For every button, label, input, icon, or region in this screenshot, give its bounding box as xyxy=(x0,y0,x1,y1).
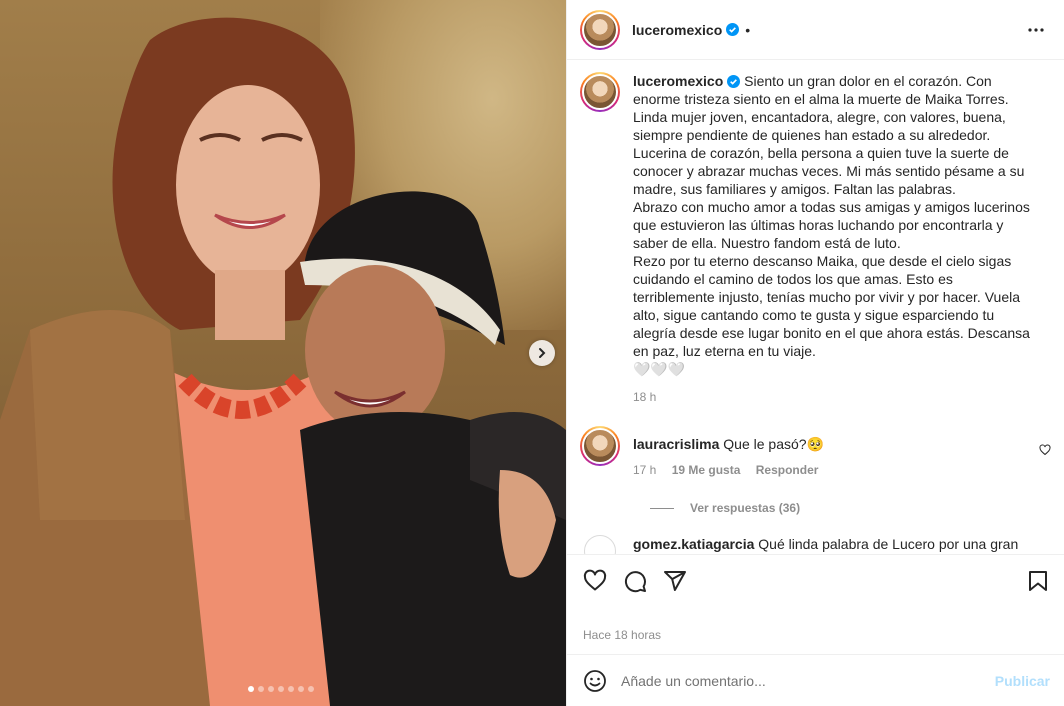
reply-button[interactable]: Responder xyxy=(756,463,819,477)
next-slide-button[interactable] xyxy=(529,340,555,366)
post-photo[interactable] xyxy=(0,0,566,706)
comment-bubble-icon[interactable] xyxy=(623,569,647,593)
comment-row: lauracrislima Que le pasó?🥺 17 h 19 Me g… xyxy=(580,426,1051,479)
comment-time[interactable]: 17 h xyxy=(633,463,656,477)
author-username[interactable]: luceromexico xyxy=(632,22,722,38)
likes-summary-placeholder xyxy=(567,606,1064,624)
more-horizontal-icon xyxy=(1028,27,1044,32)
post-time-ago[interactable]: Hace 18 horas xyxy=(567,624,1064,654)
woman-left-face xyxy=(176,85,320,285)
author-avatar[interactable] xyxy=(580,9,620,50)
carousel-dot xyxy=(278,686,284,692)
caption-time[interactable]: 18 h xyxy=(633,390,656,404)
carousel-dot xyxy=(268,686,274,692)
post-side-panel: luceromexico • luceromexico Siento un gr… xyxy=(566,0,1064,706)
share-paper-plane-icon[interactable] xyxy=(663,569,687,593)
carousel-dot xyxy=(298,686,304,692)
comment-username[interactable]: gomez.katiagarcia xyxy=(633,536,754,552)
comment-likes[interactable]: 19 Me gusta xyxy=(672,463,741,477)
carousel-dot xyxy=(308,686,314,692)
comment-like-icon[interactable] xyxy=(1039,444,1051,456)
verified-badge-icon xyxy=(727,75,741,88)
replies-line xyxy=(650,507,674,509)
comment-avatar[interactable] xyxy=(584,535,616,554)
post-header: luceromexico • xyxy=(567,0,1064,60)
like-heart-icon[interactable] xyxy=(583,569,607,593)
comment-text: Qué linda palabra de Lucero por una gran xyxy=(758,536,1019,552)
save-bookmark-icon[interactable] xyxy=(1026,569,1050,593)
carousel-dot xyxy=(248,686,254,692)
comment-input[interactable] xyxy=(621,672,995,689)
comment-text: Que le pasó?🥺 xyxy=(723,436,824,452)
caption-text: Siento un gran dolor en el corazón. Con … xyxy=(633,73,1030,377)
photo-scene xyxy=(0,17,566,706)
caption: luceromexico Siento un gran dolor en el … xyxy=(633,72,1038,378)
comment-row: gomez.katiagarcia Qué linda palabra de L… xyxy=(580,535,1048,554)
chevron-right-icon xyxy=(539,348,546,358)
instagram-post-dialog: luceromexico • luceromexico Siento un gr… xyxy=(0,0,1064,706)
header-separator: • xyxy=(745,21,751,38)
post-actions xyxy=(567,554,1064,606)
caption-meta: 18 h xyxy=(633,388,1038,406)
add-comment-bar: Publicar xyxy=(567,654,1064,706)
comment-meta: 17 h 19 Me gusta Responder xyxy=(633,461,1038,479)
carousel-dot xyxy=(288,686,294,692)
caption-avatar[interactable] xyxy=(580,72,620,112)
emoji-icon[interactable] xyxy=(583,669,607,693)
verified-badge-icon xyxy=(726,23,740,36)
carousel-dots xyxy=(248,686,314,692)
comments-area[interactable]: luceromexico Siento un gran dolor en el … xyxy=(567,60,1064,554)
caption-username[interactable]: luceromexico xyxy=(633,73,723,89)
more-options-button[interactable] xyxy=(1024,18,1048,42)
carousel-dot xyxy=(258,686,264,692)
woman-right-face xyxy=(305,265,445,435)
comment-avatar[interactable] xyxy=(580,426,620,466)
caption-row: luceromexico Siento un gran dolor en el … xyxy=(580,72,1048,406)
comment-username[interactable]: lauracrislima xyxy=(633,436,719,452)
view-replies-button[interactable]: Ver respuestas (36) xyxy=(650,501,1048,515)
view-replies-label: Ver respuestas (36) xyxy=(690,501,801,515)
publish-button[interactable]: Publicar xyxy=(995,673,1050,689)
